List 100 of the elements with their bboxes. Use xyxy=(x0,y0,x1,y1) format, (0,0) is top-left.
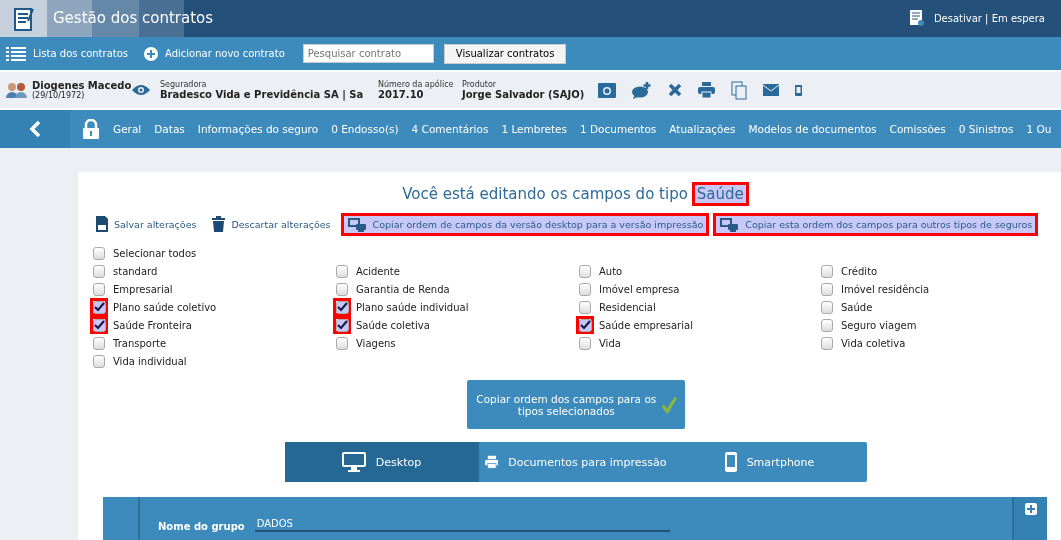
nav-tab[interactable]: Geral xyxy=(113,123,142,135)
checkbox[interactable] xyxy=(333,316,351,334)
checkbox-label: Saúde xyxy=(841,301,873,313)
nav-tab[interactable]: Modelos de documentos xyxy=(748,123,877,135)
checkbox-label: Plano saúde individual xyxy=(356,301,469,313)
editor-heading: Você está editando os campos do tipo xyxy=(402,185,688,203)
checkbox[interactable] xyxy=(576,316,594,334)
smartphone-icon xyxy=(724,452,737,472)
nav-tab[interactable]: 1 Ou xyxy=(1026,123,1052,135)
close-icon[interactable] xyxy=(668,83,682,97)
trash-icon xyxy=(212,216,226,232)
check-icon xyxy=(93,320,105,330)
checkbox-label: Residencial xyxy=(599,301,656,313)
checkbox-label: Selecionar todos xyxy=(113,247,197,259)
view-contracts-button[interactable]: Visualizar contratos xyxy=(443,43,567,64)
checkbox-label: Vida xyxy=(599,337,621,349)
field-value: Bradesco Vida e Previdência SA | Sa xyxy=(160,89,365,100)
type-name: Saúde xyxy=(691,182,749,206)
checkbox[interactable] xyxy=(333,280,351,298)
field-label: Número da apólice xyxy=(378,80,455,89)
checkbox[interactable] xyxy=(576,298,594,316)
checkbox[interactable] xyxy=(333,262,351,280)
check-icon xyxy=(579,320,591,330)
copy-order-link[interactable]: Copiar ordem de campos da versão desktop para a versão impressão xyxy=(340,212,710,236)
smartphone-icon[interactable] xyxy=(795,84,802,96)
field-label: Produtor xyxy=(462,80,498,89)
monitor-printer-icon xyxy=(719,216,740,232)
checkbox-label: Saúde coletiva xyxy=(356,319,430,331)
copy-order-button[interactable]: Copiar ordem dos campos para os tipos selecionados xyxy=(466,380,685,429)
checkbox[interactable] xyxy=(818,316,836,334)
save-link[interactable]: Salvar alterações xyxy=(90,212,203,236)
add-icon[interactable] xyxy=(1024,503,1037,515)
nav-tab[interactable]: 0 Endosso(s) xyxy=(331,123,399,135)
copy-order-link[interactable]: Copiar esta ordem dos campos para outros tipos de seguros xyxy=(713,212,1039,236)
client-name: Diogenes Macedo xyxy=(32,80,132,91)
checkbox[interactable] xyxy=(818,334,836,352)
status-text: Desativar | Em espera xyxy=(933,13,1045,24)
checkbox[interactable] xyxy=(333,298,351,316)
checkbox[interactable] xyxy=(90,316,108,334)
check-icon xyxy=(336,320,348,330)
checkbox-label: Vida individual xyxy=(113,355,187,367)
checkbox[interactable] xyxy=(818,280,836,298)
checkbox[interactable] xyxy=(90,298,108,316)
checkbox-label: Garantia de Renda xyxy=(356,283,450,295)
checkbox[interactable] xyxy=(90,262,108,280)
check-icon xyxy=(93,302,105,312)
comment-add-icon[interactable] xyxy=(632,81,652,99)
nav-tab[interactable]: 4 Comentários xyxy=(411,123,489,135)
copy-icon[interactable] xyxy=(731,80,747,100)
nav-tab[interactable]: Informações do seguro xyxy=(197,123,319,135)
checkbox-label: Seguro viagem xyxy=(841,319,917,331)
field-value: Jorge Salvador (SAJO) xyxy=(462,89,586,100)
nav-tab[interactable]: 0 Sinistros xyxy=(958,123,1014,135)
checkbox-label: Empresarial xyxy=(113,283,173,295)
checkbox-label: Plano saúde coletivo xyxy=(113,301,217,313)
view-tab[interactable]: Documentos para impressão xyxy=(478,442,673,482)
checkbox[interactable] xyxy=(90,334,108,352)
lock-icon[interactable] xyxy=(82,119,100,139)
discard-link[interactable]: Descartar alterações xyxy=(206,212,337,236)
contract-icon xyxy=(0,0,47,37)
checkbox[interactable] xyxy=(90,244,108,262)
checkbox-label: Saúde Fronteira xyxy=(113,319,192,331)
nav-tab[interactable]: Atualizações xyxy=(669,123,736,135)
check-icon xyxy=(336,302,348,312)
view-tab[interactable]: Desktop xyxy=(284,442,479,482)
client-birth-date: (29/10/1972) xyxy=(32,91,86,100)
nav-tab[interactable]: Datas xyxy=(154,123,185,135)
nav-tab[interactable]: 1 Documentos xyxy=(580,123,657,135)
checkbox-label: Auto xyxy=(599,265,623,277)
view-tab[interactable]: Smartphone xyxy=(672,442,867,482)
checkbox-label: Saúde empresarial xyxy=(599,319,693,331)
chevron-left-icon xyxy=(29,120,41,138)
monitor-printer-icon xyxy=(346,216,367,232)
field-value: 2017.10 xyxy=(378,89,425,100)
checkbox[interactable] xyxy=(333,334,351,352)
checkbox[interactable] xyxy=(90,280,108,298)
envelope-icon[interactable] xyxy=(763,84,779,96)
nav-tab[interactable]: Comissões xyxy=(889,123,946,135)
checkbox-label: standard xyxy=(113,265,158,277)
group-name-label: Nome do grupo xyxy=(158,521,245,532)
printer-icon[interactable] xyxy=(698,82,715,98)
checkbox-label: Imóvel empresa xyxy=(599,283,680,295)
group-name-field[interactable]: DADOS xyxy=(254,518,670,532)
add-contract-link[interactable]: Adicionar novo contrato xyxy=(144,46,285,61)
eye-icon[interactable] xyxy=(132,84,150,96)
field-label: Seguradora xyxy=(160,80,208,89)
checkbox[interactable] xyxy=(818,262,836,280)
checkbox[interactable] xyxy=(576,262,594,280)
checkbox[interactable] xyxy=(576,280,594,298)
sd-card-icon xyxy=(96,216,108,232)
nav-tab[interactable]: 1 Lembretes xyxy=(501,123,567,135)
checkbox[interactable] xyxy=(818,298,836,316)
checkbox-label: Crédito xyxy=(841,265,878,277)
monitor-icon xyxy=(341,452,366,472)
checkbox[interactable] xyxy=(90,352,108,370)
camera-icon[interactable] xyxy=(598,82,616,98)
search-field[interactable]: Pesquisar contrato xyxy=(302,44,434,63)
back-button[interactable] xyxy=(0,110,70,148)
contract-list-link[interactable]: Lista dos contratos xyxy=(6,46,128,61)
checkbox[interactable] xyxy=(576,334,594,352)
